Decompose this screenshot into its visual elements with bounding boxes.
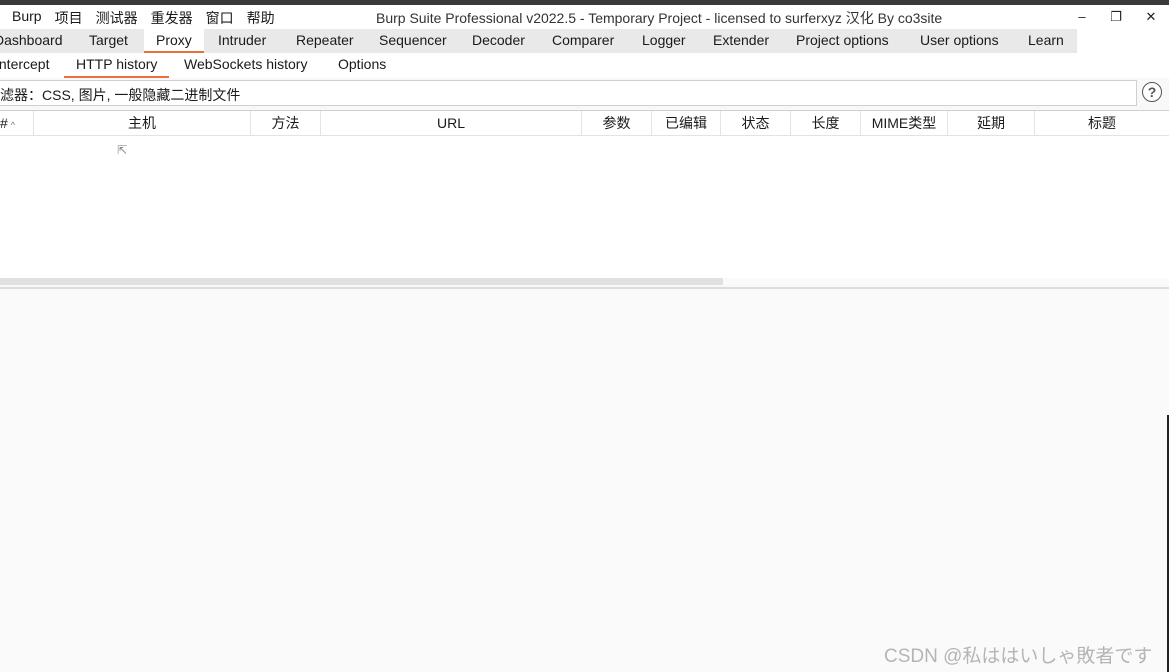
tab-logger[interactable]: Logger (642, 29, 686, 53)
filter-bar[interactable]: 滤器：CSS, 图片, 一般隐藏二进制文件 (0, 80, 1137, 106)
tab-http-history[interactable]: HTTP history (64, 53, 170, 78)
menu-intruder[interactable]: 测试器 (96, 8, 138, 28)
title-bar: Burp 项目 测试器 重发器 窗口 帮助 Burp Suite Profess… (0, 5, 1169, 29)
menu-bar: Burp 项目 测试器 重发器 窗口 帮助 (12, 8, 288, 28)
tab-intruder[interactable]: Intruder (218, 29, 266, 53)
help-icon[interactable]: ? (1142, 82, 1162, 102)
tab-learn[interactable]: Learn (1028, 29, 1064, 53)
window-title: Burp Suite Professional v2022.5 - Tempor… (376, 10, 943, 26)
proxy-sub-tab-bar: Intercept HTTP history WebSockets histor… (0, 53, 1169, 78)
tab-user-options[interactable]: User options (920, 29, 999, 53)
column-header-title[interactable]: 标题 (1035, 111, 1169, 135)
menu-repeater[interactable]: 重发器 (151, 8, 193, 28)
tab-extender[interactable]: Extender (713, 29, 769, 53)
column-header-extension[interactable]: 延期 (948, 111, 1035, 135)
mouse-cursor-icon: ⇱ (117, 143, 128, 157)
table-header: # ^ 主机 方法 URL 参数 已编辑 状态 长度 MIME类型 延期 标题 (0, 111, 1169, 136)
column-header-length[interactable]: 长度 (791, 111, 861, 135)
tab-comparer[interactable]: Comparer (552, 29, 614, 53)
main-tab-bar: Dashboard Target Proxy Intruder Repeater… (0, 29, 1169, 53)
tab-project-options[interactable]: Project options (796, 29, 889, 53)
sort-ascending-icon: ^ (10, 120, 16, 130)
tab-dashboard[interactable]: Dashboard (0, 29, 63, 53)
column-header-host[interactable]: 主机 (34, 111, 251, 135)
minimize-button[interactable]: – (1072, 7, 1092, 27)
column-header-number-label: # (0, 115, 8, 131)
message-editor-pane (0, 289, 1169, 672)
horizontal-scrollbar-thumb[interactable] (0, 278, 723, 285)
menu-project[interactable]: 项目 (55, 8, 83, 28)
column-header-mime-type[interactable]: MIME类型 (861, 111, 948, 135)
column-header-number[interactable]: # ^ (0, 111, 34, 135)
tab-websockets-history[interactable]: WebSockets history (184, 53, 307, 78)
column-header-params[interactable]: 参数 (582, 111, 652, 135)
menu-window[interactable]: 窗口 (206, 8, 234, 28)
filter-text: 滤器：CSS, 图片, 一般隐藏二进制文件 (0, 87, 241, 103)
tab-intercept[interactable]: Intercept (0, 53, 49, 78)
column-header-status[interactable]: 状态 (721, 111, 791, 135)
tab-repeater[interactable]: Repeater (296, 29, 354, 53)
tab-target[interactable]: Target (89, 29, 128, 53)
watermark: CSDN @私ははいしゃ敗者です (884, 646, 1153, 667)
column-header-method[interactable]: 方法 (251, 111, 321, 135)
menu-burp[interactable]: Burp (12, 8, 42, 28)
restore-button[interactable]: ❐ (1106, 7, 1126, 27)
tab-options[interactable]: Options (338, 53, 386, 78)
http-history-table: # ^ 主机 方法 URL 参数 已编辑 状态 长度 MIME类型 延期 标题 (0, 110, 1169, 285)
column-header-edited[interactable]: 已编辑 (652, 111, 721, 135)
main-tab-strip: Dashboard Target Proxy Intruder Repeater… (0, 29, 1077, 53)
column-header-url[interactable]: URL (321, 111, 582, 135)
tab-proxy[interactable]: Proxy (144, 29, 204, 53)
close-button[interactable]: ✕ (1141, 7, 1161, 27)
tab-sequencer[interactable]: Sequencer (379, 29, 447, 53)
menu-help[interactable]: 帮助 (247, 8, 275, 28)
tab-decoder[interactable]: Decoder (472, 29, 525, 53)
